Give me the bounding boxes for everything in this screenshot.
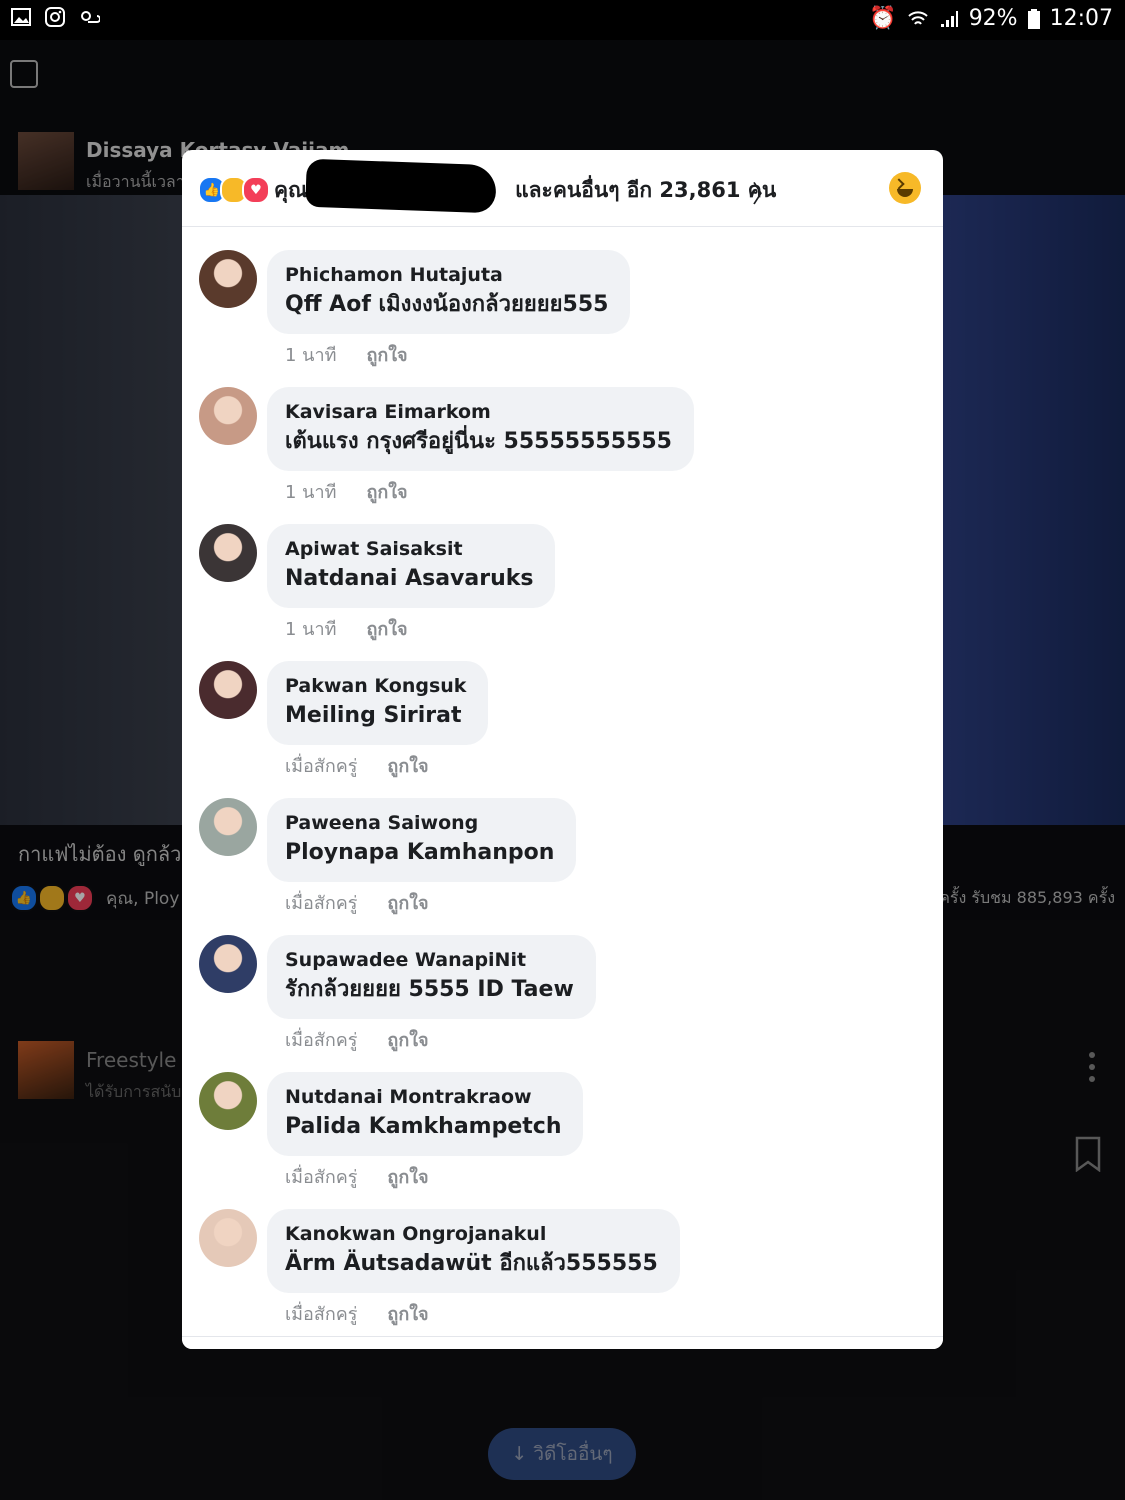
comment-item: Phichamon Hutajuta Qff Aof เมิงงงน้องกล้ว…	[182, 250, 943, 387]
commenter-avatar[interactable]	[199, 798, 257, 856]
love-icon: ♥	[242, 176, 270, 204]
comment-bubble[interactable]: Kavisara Eimarkom เต้นแรง กรุงศรีอยู่นี่น…	[267, 387, 694, 471]
commenter-name[interactable]: Supawadee WanapiNit	[285, 947, 574, 973]
like-button[interactable]: ถูกใจ	[387, 1162, 428, 1191]
commenter-name[interactable]: Pakwan Kongsuk	[285, 673, 466, 699]
commenter-avatar[interactable]	[199, 387, 257, 445]
status-bar: ⏰ 92% 12:07	[0, 0, 1125, 40]
comment-item: Apiwat Saisaksit Natdanai Asavaruks 1 นาที…	[182, 524, 943, 661]
like-button[interactable]: ถูกใจ	[387, 751, 428, 780]
comment-text: Meiling Sirirat	[285, 703, 462, 728]
comment-meta: เมื่อสักครู่ ถูกใจ	[285, 1299, 429, 1328]
comment-meta: 1 นาที ถูกใจ	[285, 614, 408, 643]
modal-footer	[182, 1336, 943, 1349]
like-button[interactable]: ถูกใจ	[387, 1299, 428, 1328]
clock: 12:07	[1049, 6, 1113, 31]
reaction-icons: 👍 ♥	[198, 176, 270, 204]
comment-time: 1 นาที	[285, 482, 337, 503]
commenter-avatar[interactable]	[199, 1209, 257, 1267]
comment-item: Kavisara Eimarkom เต้นแรง กรุงศรีอยู่นี่น…	[182, 387, 943, 524]
comment-item: Kanokwan Ongrojanakul Ärm Äutsadawüt อีกแ…	[182, 1209, 943, 1346]
comment-time: เมื่อสักครู่	[285, 1304, 358, 1325]
commenter-name[interactable]: Kanokwan Ongrojanakul	[285, 1221, 658, 1247]
comment-bubble[interactable]: Supawadee WanapiNit รักกล้วยยยย 5555 ID T…	[267, 935, 596, 1019]
comment-time: 1 นาที	[285, 345, 337, 366]
comment-meta: เมื่อสักครู่ ถูกใจ	[285, 751, 429, 780]
like-button[interactable]: ถูกใจ	[387, 888, 428, 917]
commenter-name[interactable]: Phichamon Hutajuta	[285, 262, 608, 288]
comment-bubble[interactable]: Nutdanai Montrakraow Palida Kamkhampetch	[267, 1072, 584, 1156]
comments-modal: 👍 ♥ คุณ, และคนอื่นๆ อีก 23,861 คน 〉 Phic…	[182, 150, 943, 1349]
comment-meta: เมื่อสักครู่ ถูกใจ	[285, 888, 429, 917]
comment-bubble[interactable]: Apiwat Saisaksit Natdanai Asavaruks	[267, 524, 556, 608]
comment-time: 1 นาที	[285, 619, 337, 640]
comment-bubble[interactable]: Paweena Saiwong Ploynapa Kamhanpon	[267, 798, 577, 882]
comment-time: เมื่อสักครู่	[285, 756, 358, 777]
commenter-name[interactable]: Apiwat Saisaksit	[285, 536, 533, 562]
alarm-icon: ⏰	[869, 6, 897, 31]
comment-text: Ploynapa Kamhanpon	[285, 840, 555, 865]
wifi-icon	[907, 10, 928, 25]
commenter-name[interactable]: Kavisara Eimarkom	[285, 399, 672, 425]
notification-icons	[10, 6, 100, 28]
like-button[interactable]: ถูกใจ	[366, 477, 407, 506]
comment-meta: 1 นาที ถูกใจ	[285, 477, 408, 506]
comment-text: Ärm Äutsadawüt อีกแล้ว555555	[285, 1251, 658, 1276]
comment-meta: เมื่อสักครู่ ถูกใจ	[285, 1025, 429, 1054]
comment-item: Supawadee WanapiNit รักกล้วยยยย 5555 ID T…	[182, 935, 943, 1072]
gallery-icon	[11, 8, 31, 26]
comment-text: เต้นแรง กรุงศรีอยู่นี่นะ 55555555555	[285, 429, 672, 454]
commenter-avatar[interactable]	[199, 1072, 257, 1130]
commenter-avatar[interactable]	[199, 661, 257, 719]
comment-bubble[interactable]: Phichamon Hutajuta Qff Aof เมิงงงน้องกล้ว…	[267, 250, 631, 334]
comment-meta: 1 นาที ถูกใจ	[285, 340, 408, 369]
comment-text: Natdanai Asavaruks	[285, 566, 534, 591]
commenter-name[interactable]: Paweena Saiwong	[285, 810, 554, 836]
comment-time: เมื่อสักครู่	[285, 893, 358, 914]
reactions-summary[interactable]: 👍 ♥ คุณ, และคนอื่นๆ อีก 23,861 คน 〉	[182, 150, 943, 227]
instagram-icon	[45, 7, 65, 27]
battery-icon	[1027, 8, 1040, 29]
chevron-right-icon[interactable]: 〉	[752, 174, 776, 209]
comment-time: เมื่อสักครู่	[285, 1167, 358, 1188]
reactors-suffix: และคนอื่นๆ อีก 23,861 คน	[515, 178, 777, 202]
comment-bubble[interactable]: Pakwan Kongsuk Meiling Sirirat	[267, 661, 489, 745]
like-button[interactable]: ถูกใจ	[387, 1025, 428, 1054]
battery-percent: 92%	[968, 6, 1018, 31]
weather-icon	[81, 11, 100, 23]
comment-meta: เมื่อสักครู่ ถูกใจ	[285, 1162, 429, 1191]
comment-item: Pakwan Kongsuk Meiling Sirirat เมื่อสักครู…	[182, 661, 943, 798]
commenter-name[interactable]: Nutdanai Montrakraow	[285, 1084, 561, 1110]
comment-bubble[interactable]: Kanokwan Ongrojanakul Ärm Äutsadawüt อีกแ…	[267, 1209, 680, 1293]
comment-time: เมื่อสักครู่	[285, 1030, 358, 1051]
comment-text: Qff Aof เมิงงงน้องกล้วยยยย555	[285, 292, 609, 317]
commenter-avatar[interactable]	[199, 250, 257, 308]
system-indicators: ⏰ 92% 12:07	[869, 6, 1113, 31]
like-button[interactable]: ถูกใจ	[366, 614, 407, 643]
redaction-mark	[305, 158, 497, 214]
comment-item: Nutdanai Montrakraow Palida Kamkhampetch เ…	[182, 1072, 943, 1209]
comment-item: Paweena Saiwong Ploynapa Kamhanpon เมื่อสั…	[182, 798, 943, 935]
comment-text: Palida Kamkhampetch	[285, 1114, 562, 1139]
commenter-avatar[interactable]	[199, 524, 257, 582]
signal-icon	[940, 10, 958, 27]
like-button[interactable]: ถูกใจ	[366, 340, 407, 369]
haha-react-button[interactable]	[889, 172, 921, 204]
comment-text: รักกล้วยยยย 5555 ID Taew	[285, 977, 574, 1002]
commenter-avatar[interactable]	[199, 935, 257, 993]
